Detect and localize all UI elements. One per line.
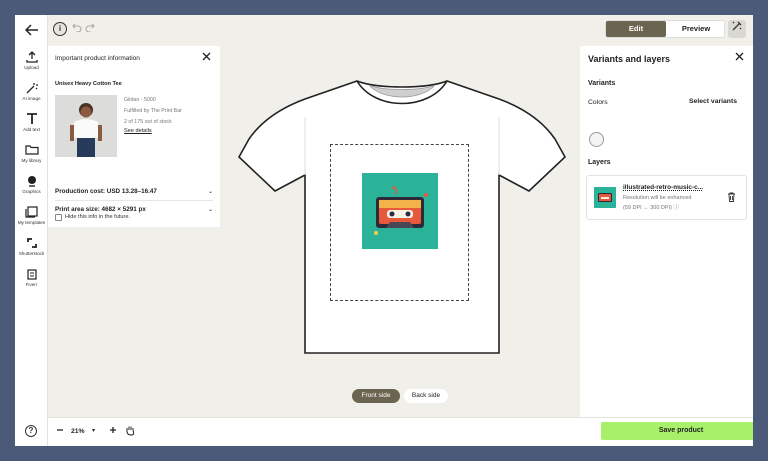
close-icon xyxy=(202,52,211,61)
redo-button[interactable] xyxy=(83,22,97,36)
delete-layer-button[interactable] xyxy=(727,192,736,204)
print-area-label: Print area size: 4682 × 5291 px xyxy=(55,206,146,213)
chevron-down-icon: ⌄ xyxy=(207,207,213,213)
production-cost-row[interactable]: Production cost: USD 13.28–16.47 ⌄ xyxy=(55,188,213,195)
variants-heading: Variants xyxy=(588,80,616,87)
fiverr-label: Fiverr xyxy=(25,282,38,287)
product-stock: 2 of 175 out of stock xyxy=(124,119,172,125)
edit-preview-toggle: Edit Preview xyxy=(605,20,725,38)
select-variants-button[interactable]: Select variants xyxy=(680,95,746,109)
magic-tool-button[interactable] xyxy=(728,20,746,38)
hide-info-label: Hide this info in the future. xyxy=(65,214,130,220)
bottom-toolbar: 21% ▾ Save product xyxy=(48,417,753,446)
graphics-label: Graphics xyxy=(22,189,41,194)
undo-icon xyxy=(72,23,82,33)
chevron-down-icon: ⌄ xyxy=(207,189,213,195)
product-info-panel: Important product information Unisex Hea… xyxy=(48,46,220,227)
tool-rail: Upload AI image Add text My library Grap… xyxy=(15,15,48,446)
hide-info-checkbox[interactable] xyxy=(55,214,62,221)
app-window: Upload AI image Add text My library Grap… xyxy=(15,15,753,446)
zoom-level[interactable]: 21% xyxy=(71,428,85,435)
my-library-tool[interactable]: My library xyxy=(15,144,48,164)
product-fulfillment: Fulfilled by The Print Bar xyxy=(124,108,182,114)
colors-label: Colors xyxy=(588,99,608,106)
graphics-tool[interactable]: Graphics xyxy=(15,175,48,195)
undo-button[interactable] xyxy=(70,22,84,36)
upload-tool[interactable]: Upload xyxy=(15,51,48,71)
see-details-link[interactable]: See details xyxy=(124,128,152,134)
hand-icon xyxy=(126,426,135,436)
upload-icon xyxy=(25,51,38,63)
arrow-left-icon xyxy=(24,24,38,36)
print-area-row[interactable]: Print area size: 4682 × 5291 px ⌄ xyxy=(55,206,213,213)
placed-design[interactable] xyxy=(362,173,438,249)
variants-layers-panel: Variants and layers Variants Colors Sele… xyxy=(580,46,753,417)
close-icon xyxy=(735,52,744,61)
plus-icon xyxy=(110,427,116,433)
ai-image-tool[interactable]: AI image xyxy=(15,82,48,102)
info-panel-close-button[interactable] xyxy=(202,52,211,64)
layer-dpi-text: (59 DPI → 300 DPI) xyxy=(623,205,672,211)
back-side-button[interactable]: Back side xyxy=(404,389,448,403)
model-photo-icon xyxy=(55,95,117,157)
ai-image-label: AI image xyxy=(22,96,41,101)
add-text-label: Add text xyxy=(23,127,40,132)
info-button[interactable]: i xyxy=(53,22,67,36)
product-thumbnail xyxy=(55,95,117,157)
add-text-tool[interactable]: Add text xyxy=(15,113,48,133)
layer-name: illustrated-retro-music-c... xyxy=(623,184,704,191)
layer-item[interactable]: illustrated-retro-music-c... Resolution … xyxy=(586,175,747,220)
shutterstock-icon xyxy=(26,238,37,248)
layer-dpi: (59 DPI → 300 DPI) ⓘ xyxy=(623,203,679,211)
preview-tab[interactable]: Preview xyxy=(666,21,726,37)
layers-heading: Layers xyxy=(588,159,611,166)
pan-tool-button[interactable] xyxy=(125,425,135,440)
color-swatch-white[interactable] xyxy=(589,132,604,147)
my-templates-tool[interactable]: My templates xyxy=(15,206,48,226)
zoom-dropdown-chevron-icon[interactable]: ▾ xyxy=(92,427,95,434)
my-templates-label: My templates xyxy=(17,220,46,225)
variants-panel-title: Variants and layers xyxy=(588,54,671,64)
product-brand: Gildan · 5000 xyxy=(124,97,156,103)
zoom-in-button[interactable] xyxy=(109,425,117,437)
trash-icon xyxy=(728,192,735,202)
help-button[interactable]: ? xyxy=(25,425,37,437)
zoom-out-button[interactable] xyxy=(56,426,64,438)
back-button[interactable] xyxy=(23,22,41,40)
text-icon xyxy=(26,113,37,124)
save-product-button[interactable]: Save product xyxy=(601,422,753,440)
help-icon: ? xyxy=(28,426,34,435)
info-icon[interactable]: ⓘ xyxy=(673,205,679,211)
upload-label: Upload xyxy=(24,65,39,70)
info-icon: i xyxy=(58,24,62,33)
shutterstock-label: Shutterstock xyxy=(18,251,45,256)
fiverr-tool[interactable]: Fiverr xyxy=(15,268,48,288)
templates-icon xyxy=(24,206,38,218)
cassette-thumbnail-icon xyxy=(594,187,616,208)
redo-icon xyxy=(85,23,95,33)
ai-sparkle-icon xyxy=(26,83,38,94)
folder-icon xyxy=(24,145,39,155)
graphics-icon xyxy=(27,176,36,187)
front-side-button[interactable]: Front side xyxy=(352,389,400,403)
layer-resolution-note: Resolution will be enhanced xyxy=(623,195,692,201)
edit-tab[interactable]: Edit xyxy=(606,21,666,37)
shutterstock-tool[interactable]: Shutterstock xyxy=(15,237,48,257)
product-name: Unisex Heavy Cotton Tee xyxy=(55,81,122,87)
divider xyxy=(55,200,213,201)
minus-icon xyxy=(57,429,63,431)
magic-wand-icon xyxy=(732,21,742,31)
my-library-label: My library xyxy=(21,158,42,163)
variants-panel-close-button[interactable] xyxy=(735,52,744,64)
production-cost-label: Production cost: USD 13.28–16.47 xyxy=(55,188,157,195)
cassette-illustration-icon xyxy=(362,173,438,249)
info-panel-title: Important product information xyxy=(55,55,140,62)
fiverr-icon xyxy=(26,269,37,280)
layer-thumbnail xyxy=(594,187,616,208)
